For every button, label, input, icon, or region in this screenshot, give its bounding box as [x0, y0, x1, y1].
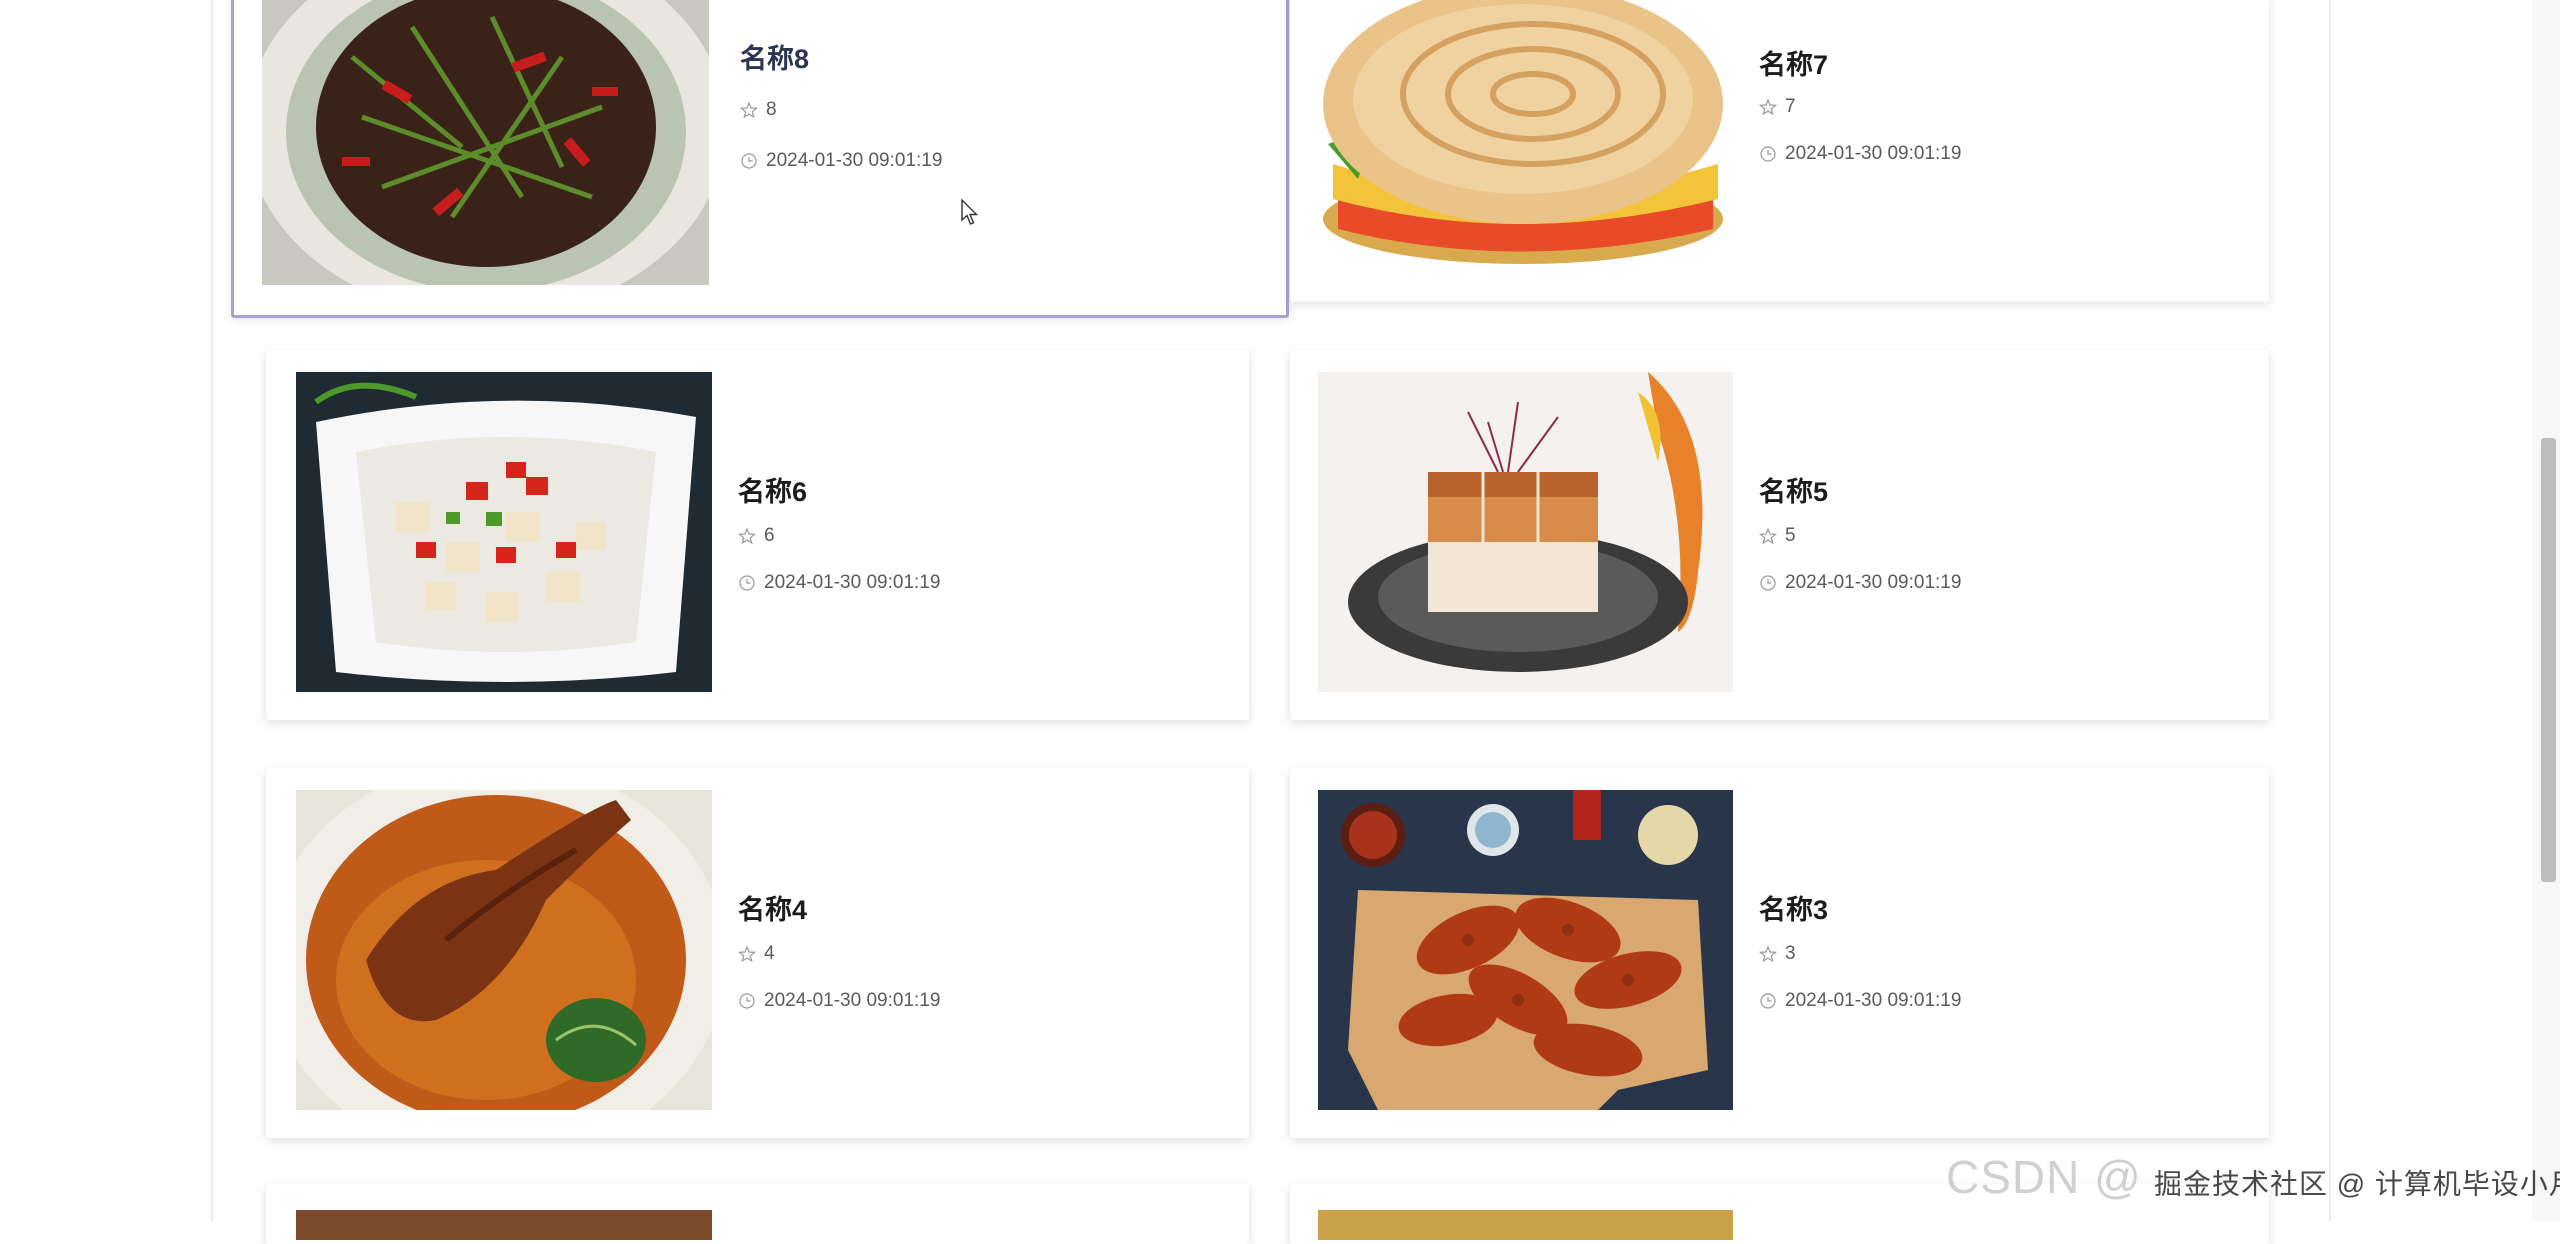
mouse-cursor-icon: [961, 198, 981, 227]
food-card[interactable]: 名称7 7 2024-01-30 09:01:19: [1290, 0, 2269, 302]
like-count-value: 7: [1785, 96, 1796, 117]
food-image[interactable]: [296, 790, 712, 1110]
like-count-value: 5: [1785, 525, 1796, 546]
food-image[interactable]: [296, 372, 712, 692]
card-title[interactable]: 名称8: [740, 37, 809, 76]
star-icon: [1759, 98, 1777, 116]
food-card[interactable]: 名称5 5 2024-01-30 09:01:19: [1290, 350, 2269, 720]
publish-time: 2024-01-30 09:01:19: [738, 990, 940, 1012]
publish-time: 2024-01-30 09:01:19: [738, 572, 940, 594]
food-image[interactable]: [262, 0, 709, 285]
publish-time: 2024-01-30 09:01:19: [1759, 143, 1961, 165]
like-count: 4: [738, 943, 775, 965]
watermark-sub: 掘金技术社区 @ 计算机毕设小月哥: [2153, 1168, 2560, 1200]
publish-time-value: 2024-01-30 09:01:19: [764, 990, 941, 1011]
clock-icon: [1759, 992, 1777, 1010]
food-card[interactable]: 名称4 4 2024-01-30 09:01:19: [266, 768, 1249, 1138]
food-card[interactable]: [266, 1184, 1249, 1244]
like-count: 5: [1759, 525, 1796, 547]
like-count: 7: [1759, 96, 1796, 118]
card-title[interactable]: 名称6: [738, 470, 807, 509]
clock-icon: [1759, 145, 1777, 163]
card-title[interactable]: 名称3: [1759, 888, 1828, 927]
card-title[interactable]: 名称4: [738, 888, 807, 927]
clock-icon: [738, 574, 756, 592]
publish-time: 2024-01-30 09:01:19: [740, 150, 942, 172]
clock-icon: [740, 152, 758, 170]
publish-time: 2024-01-30 09:01:19: [1759, 990, 1961, 1012]
star-icon: [1759, 945, 1777, 963]
card-title[interactable]: 名称7: [1759, 43, 1828, 82]
like-count-value: 4: [764, 943, 775, 964]
food-image[interactable]: [296, 1210, 712, 1240]
publish-time-value: 2024-01-30 09:01:19: [1785, 990, 1962, 1011]
publish-time: 2024-01-30 09:01:19: [1759, 572, 1961, 594]
publish-time-value: 2024-01-30 09:01:19: [1785, 143, 1962, 164]
star-icon: [1759, 527, 1777, 545]
card-title[interactable]: 名称5: [1759, 470, 1828, 509]
publish-time-value: 2024-01-30 09:01:19: [764, 572, 941, 593]
star-icon: [740, 101, 758, 119]
star-icon: [738, 945, 756, 963]
like-count-value: 6: [764, 525, 775, 546]
publish-time-value: 2024-01-30 09:01:19: [766, 150, 943, 171]
clock-icon: [1759, 574, 1777, 592]
food-card[interactable]: 名称6 6 2024-01-30 09:01:19: [266, 350, 1249, 720]
like-count-value: 8: [766, 99, 777, 120]
like-count: 3: [1759, 943, 1796, 965]
food-image[interactable]: [1318, 1210, 1733, 1240]
food-image[interactable]: [1318, 372, 1733, 692]
food-image[interactable]: [1318, 790, 1733, 1110]
watermark: CSDN @ 掘金技术社区 @ 计算机毕设小月哥: [1946, 1150, 2560, 1204]
scrollbar-thumb[interactable]: [2541, 438, 2556, 882]
publish-time-value: 2024-01-30 09:01:19: [1785, 572, 1962, 593]
food-image[interactable]: [1318, 0, 1733, 272]
like-count: 8: [740, 99, 777, 121]
clock-icon: [738, 992, 756, 1010]
food-card[interactable]: 名称8 8 2024-01-30 09:01:19: [231, 0, 1289, 318]
star-icon: [738, 527, 756, 545]
food-card[interactable]: 名称3 3 2024-01-30 09:01:19: [1290, 768, 2269, 1138]
watermark-main: CSDN @: [1946, 1151, 2142, 1203]
like-count: 6: [738, 525, 775, 547]
like-count-value: 3: [1785, 943, 1796, 964]
